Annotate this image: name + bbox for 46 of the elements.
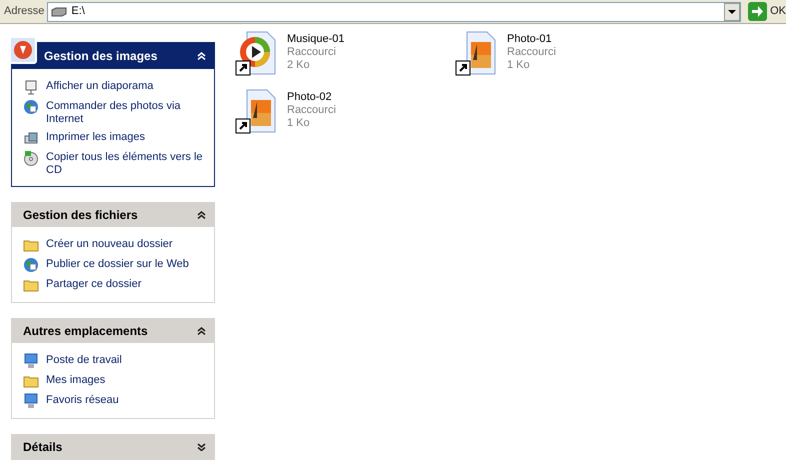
file-item[interactable]: Photo-01 Raccourci 1 Ko xyxy=(455,30,675,88)
file-size: 1 Ko xyxy=(507,59,531,72)
file-type: Raccourci xyxy=(287,104,336,117)
file-item[interactable]: Photo-02 Raccourci 1 Ko xyxy=(235,88,455,146)
pane-header[interactable]: Gestion des fichiers xyxy=(12,203,214,227)
pane-title: Détails xyxy=(23,439,64,456)
caret-icon xyxy=(728,10,736,14)
pane-header[interactable]: Détails xyxy=(12,435,214,459)
pane-header[interactable]: Autres emplacements xyxy=(12,319,214,343)
expand-icon[interactable] xyxy=(197,443,206,451)
pane-title: Gestion des images xyxy=(44,48,158,65)
task-link[interactable]: Mes images xyxy=(46,373,106,387)
globe-icon xyxy=(23,257,39,273)
task-link[interactable]: Favoris réseau xyxy=(46,393,119,407)
address-text: E:\ xyxy=(71,4,86,20)
task-link[interactable]: Afficher un diaporama xyxy=(46,79,154,93)
task-link[interactable]: Copier tous les éléments vers le CD xyxy=(46,150,203,177)
file-type: Raccourci xyxy=(507,46,556,59)
collapse-icon[interactable] xyxy=(197,211,206,219)
computer-icon xyxy=(23,353,39,369)
file-size: 2 Ko xyxy=(287,59,311,72)
file-size: 1 Ko xyxy=(287,117,311,130)
pane-header[interactable]: Gestion des images xyxy=(12,43,214,69)
task-link[interactable]: Créer un nouveau dossier xyxy=(46,237,173,251)
task-link[interactable]: Poste de travail xyxy=(46,353,122,367)
file-item[interactable]: Musique-01 Raccourci 2 Ko xyxy=(235,30,455,88)
drive-icon xyxy=(51,6,68,16)
task-link[interactable]: Partager ce dossier xyxy=(46,277,142,291)
slideshow-icon xyxy=(23,79,39,95)
computer-icon xyxy=(23,393,39,409)
pane-title: Gestion des fichiers xyxy=(23,207,139,224)
file-name: Photo-02 xyxy=(287,91,333,104)
file-type: Raccourci xyxy=(287,46,337,59)
task-link[interactable]: Commander des photos via Internet xyxy=(46,99,203,126)
globe-icon xyxy=(23,99,39,115)
file-name: Musique-01 xyxy=(287,33,344,46)
task-link[interactable]: Publier ce dossier sur le Web xyxy=(46,257,189,271)
collapse-icon[interactable] xyxy=(197,327,206,335)
pane-title: Autres emplacements xyxy=(23,323,149,340)
file-name: Photo-01 xyxy=(507,33,553,46)
cd-icon xyxy=(23,150,39,166)
address-field[interactable]: E:\ xyxy=(47,2,742,22)
go-button[interactable]: OK xyxy=(748,2,786,21)
address-label: Adresse xyxy=(4,4,44,20)
dropdown-button[interactable] xyxy=(724,2,740,20)
task-link[interactable]: Imprimer les images xyxy=(46,130,146,144)
